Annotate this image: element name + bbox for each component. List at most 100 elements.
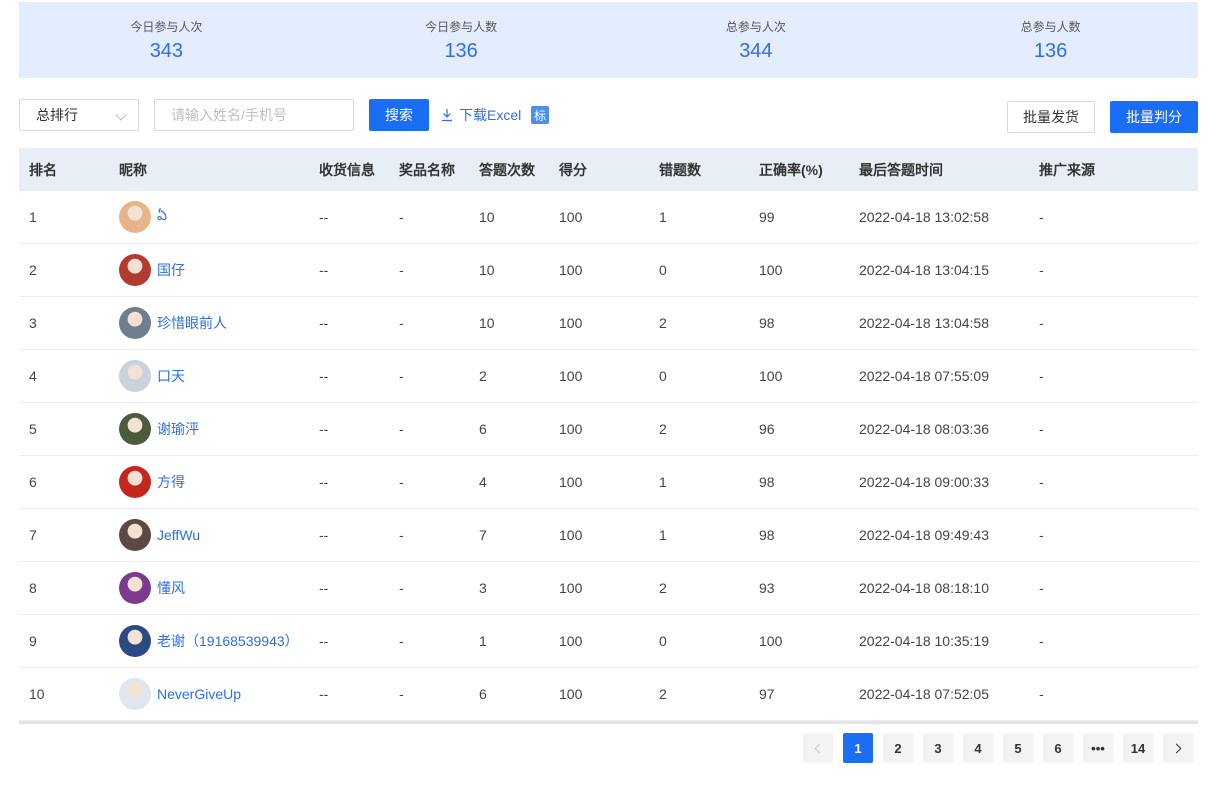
nickname-cell: 懂风 <box>119 572 319 604</box>
nickname-link[interactable]: 珍惜眼前人 <box>157 313 227 333</box>
table-row: 2 国仔 -- -10 100 0 100 2022-04-18 13:04:15- <box>19 244 1198 297</box>
nickname-cell: NeverGiveUp <box>119 678 319 710</box>
prize-cell: - <box>399 421 404 437</box>
times-cell: 2 <box>479 368 487 384</box>
column-header: 排名 <box>29 161 57 178</box>
wrong-cell: 1 <box>659 474 667 490</box>
table-row: 9 老谢（19168539943） -- -1 100 0 100 2022-04-18 10… <box>19 615 1198 668</box>
acc-cell: 100 <box>759 633 783 649</box>
prize-cell: - <box>399 580 404 596</box>
chevron-down-icon <box>115 109 127 121</box>
prize-cell: - <box>399 686 404 702</box>
ship-cell: -- <box>319 580 329 596</box>
ranking-select[interactable]: 总排行 <box>19 99 139 131</box>
acc-cell: 98 <box>759 474 775 490</box>
wrong-cell: 2 <box>659 421 667 437</box>
last-cell: 2022-04-18 09:00:33 <box>859 474 989 490</box>
batch-judge-button[interactable]: 批量判分 <box>1110 101 1198 133</box>
pagination: 1 2 3 4 5 6 ••• 14 <box>0 733 1217 763</box>
table-row: 4 口天 -- -2 100 0 100 2022-04-18 07:55:09- <box>19 350 1198 403</box>
acc-cell: 99 <box>759 209 775 225</box>
page-button[interactable]: 6 <box>1043 733 1073 763</box>
nickname-link[interactable]: 老谢（19168539943） <box>157 631 299 651</box>
stat-label: 今日参与人次 <box>130 20 203 34</box>
score-cell: 100 <box>559 368 583 384</box>
last-cell: 2022-04-18 08:03:36 <box>859 421 989 437</box>
nickname-link[interactable]: ఏ <box>157 207 167 227</box>
stat-label: 总参与人次 <box>725 20 786 34</box>
prize-cell: - <box>399 209 404 225</box>
page-button[interactable]: 2 <box>883 733 913 763</box>
table-scrollbar[interactable] <box>19 721 1198 724</box>
nickname-link[interactable]: 谢瑜泙 <box>157 419 199 439</box>
tag-badge[interactable]: 标 <box>531 106 549 124</box>
times-cell: 1 <box>479 633 487 649</box>
ellipsis-button[interactable]: ••• <box>1083 733 1113 763</box>
acc-cell: 100 <box>759 262 783 278</box>
prize-cell: - <box>399 474 404 490</box>
times-cell: 10 <box>479 315 495 331</box>
prev-page-button[interactable] <box>803 733 833 763</box>
acc-cell: 93 <box>759 580 775 596</box>
score-cell: 100 <box>559 686 583 702</box>
download-excel-link[interactable]: 下载Excel <box>441 105 521 125</box>
score-cell: 100 <box>559 315 583 331</box>
batch-ship-button[interactable]: 批量发货 <box>1007 101 1095 133</box>
column-header: 推广来源 <box>1039 161 1095 178</box>
ship-cell: -- <box>319 315 329 331</box>
src-cell: - <box>1039 262 1044 278</box>
rank-cell: 4 <box>29 368 37 384</box>
nickname-link[interactable]: 国仔 <box>157 260 185 280</box>
acc-cell: 97 <box>759 686 775 702</box>
acc-cell: 96 <box>759 421 775 437</box>
last-cell: 2022-04-18 08:18:10 <box>859 580 989 596</box>
table-row: 5 谢瑜泙 -- -6 100 2 96 2022-04-18 08:03:36- <box>19 403 1198 456</box>
column-header: 正确率(%) <box>759 161 823 178</box>
wrong-cell: 1 <box>659 209 667 225</box>
src-cell: - <box>1039 368 1044 384</box>
stat-value: 136 <box>444 40 478 62</box>
column-header: 收货信息 <box>319 161 375 178</box>
column-header: 奖品名称 <box>399 161 455 178</box>
nickname-link[interactable]: NeverGiveUp <box>157 686 241 702</box>
times-cell: 6 <box>479 686 487 702</box>
src-cell: - <box>1039 633 1044 649</box>
next-page-button[interactable] <box>1163 733 1193 763</box>
download-label: 下载Excel <box>459 107 522 123</box>
ship-cell: -- <box>319 474 329 490</box>
score-cell: 100 <box>559 421 583 437</box>
nickname-cell: 谢瑜泙 <box>119 413 319 445</box>
page-button[interactable]: 1 <box>843 733 873 763</box>
stat-today-users: 今日参与人数 136 <box>314 2 609 78</box>
table-row: 3 珍惜眼前人 -- -10 100 2 98 2022-04-18 13:04:58- <box>19 297 1198 350</box>
times-cell: 10 <box>479 209 495 225</box>
stat-value: 136 <box>1033 40 1068 62</box>
avatar <box>119 413 151 445</box>
chevron-right-icon <box>1171 743 1182 753</box>
page-button[interactable]: 5 <box>1003 733 1033 763</box>
avatar <box>119 519 151 551</box>
table-row: 8 懂风 -- -3 100 2 93 2022-04-18 08:18:10- <box>19 562 1198 615</box>
wrong-cell: 2 <box>659 686 667 702</box>
last-page-button[interactable]: 14 <box>1123 733 1153 763</box>
rank-cell: 9 <box>29 633 37 649</box>
nickname-cell: 方得 <box>119 466 319 498</box>
avatar <box>119 307 151 339</box>
stat-value: 343 <box>149 40 184 62</box>
toolbar: 总排行 搜索 下载Excel 标 批量发货 批量判分 <box>19 99 1198 133</box>
avatar <box>119 625 151 657</box>
score-cell: 100 <box>559 580 583 596</box>
nickname-link[interactable]: 方得 <box>157 472 185 492</box>
search-button[interactable]: 搜索 <box>369 99 429 131</box>
times-cell: 4 <box>479 474 487 490</box>
nickname-link[interactable]: 懂风 <box>157 578 185 598</box>
prize-cell: - <box>399 527 404 543</box>
column-header: 错题数 <box>659 161 701 178</box>
nickname-link[interactable]: 口天 <box>157 366 185 386</box>
page-button[interactable]: 4 <box>963 733 993 763</box>
nickname-link[interactable]: JeffWu <box>157 527 200 543</box>
avatar <box>119 201 151 233</box>
search-input[interactable] <box>154 99 354 131</box>
page-button[interactable]: 3 <box>923 733 953 763</box>
nickname-cell: 珍惜眼前人 <box>119 307 319 339</box>
